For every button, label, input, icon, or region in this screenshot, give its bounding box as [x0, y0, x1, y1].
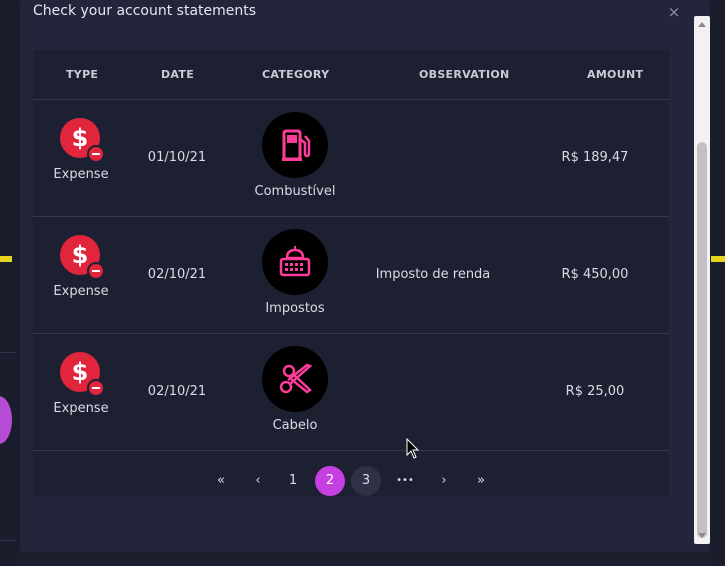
header-date: DATE — [161, 68, 195, 81]
minus-icon — [87, 145, 105, 163]
background-divider — [0, 540, 16, 541]
type-label: Expense — [53, 284, 109, 299]
type-cell: $ Expense — [49, 118, 113, 182]
scissors-icon — [262, 346, 328, 412]
table-row[interactable]: $ Expense 02/10/21 Impostos Imposto de r… — [33, 217, 669, 334]
more-pages-button[interactable]: ••• — [390, 466, 420, 496]
minus-icon — [87, 379, 105, 397]
close-button[interactable]: × — [666, 4, 682, 20]
scroll-up-icon[interactable] — [698, 22, 706, 27]
table-header: TYPE DATE CATEGORY OBSERVATION AMOUNT — [33, 50, 669, 100]
category-label: Cabelo — [272, 418, 318, 433]
category-label: Impostos — [265, 301, 325, 316]
amount-cell: R$ 189,47 — [561, 150, 629, 165]
background-chart-line-left — [0, 256, 12, 262]
header-observation: OBSERVATION — [419, 68, 510, 81]
scrollbar-thumb[interactable] — [697, 142, 707, 538]
statements-table: TYPE DATE CATEGORY OBSERVATION AMOUNT $ … — [33, 50, 669, 496]
category-label: Combustível — [254, 184, 336, 199]
expense-icon: $ — [60, 235, 105, 280]
background-app-left — [0, 0, 20, 566]
minus-icon — [87, 262, 105, 280]
mouse-cursor-icon — [406, 438, 420, 459]
scrollbar[interactable] — [694, 16, 710, 544]
type-label: Expense — [53, 401, 109, 416]
category-cell: Combustível — [245, 112, 345, 199]
date-cell: 02/10/21 — [147, 384, 207, 399]
date-cell: 01/10/21 — [147, 150, 207, 165]
amount-cell: R$ 25,00 — [565, 384, 625, 399]
date-cell: 02/10/21 — [147, 267, 207, 282]
scroll-down-icon[interactable] — [698, 533, 706, 538]
table-row[interactable]: $ Expense 01/10/21 Combustível R$ 189,47 — [33, 100, 669, 217]
government-building-icon — [262, 229, 328, 295]
page-2-button[interactable]: 2 — [315, 466, 345, 496]
modal-title: Check your account statements — [33, 3, 257, 19]
page-3-button[interactable]: 3 — [351, 466, 381, 496]
expense-icon: $ — [60, 352, 105, 397]
expense-icon: $ — [60, 118, 105, 163]
type-cell: $ Expense — [49, 352, 113, 416]
last-page-button[interactable]: » — [466, 466, 496, 496]
amount-cell: R$ 450,00 — [561, 267, 629, 282]
first-page-button[interactable]: « — [206, 466, 236, 496]
type-label: Expense — [53, 167, 109, 182]
prev-page-button[interactable]: ‹ — [243, 466, 273, 496]
next-page-button[interactable]: › — [429, 466, 459, 496]
page-1-button[interactable]: 1 — [278, 466, 308, 496]
pagination: « ‹ 1 2 3 ••• › » — [33, 466, 669, 496]
account-statements-modal: Check your account statements × TYPE DAT… — [20, 0, 710, 552]
header-amount: AMOUNT — [587, 68, 644, 81]
background-app-right — [709, 0, 725, 566]
category-cell: Impostos — [245, 229, 345, 316]
header-type: TYPE — [66, 68, 99, 81]
category-cell: Cabelo — [245, 346, 345, 433]
background-divider — [0, 352, 16, 353]
background-chart-line-right — [711, 256, 725, 262]
header-category: CATEGORY — [262, 68, 330, 81]
type-cell: $ Expense — [49, 235, 113, 299]
table-row[interactable]: $ Expense 02/10/21 Cabelo R$ 25,00 — [33, 334, 669, 451]
observation-cell: Imposto de renda — [375, 267, 491, 282]
fuel-pump-icon — [262, 112, 328, 178]
